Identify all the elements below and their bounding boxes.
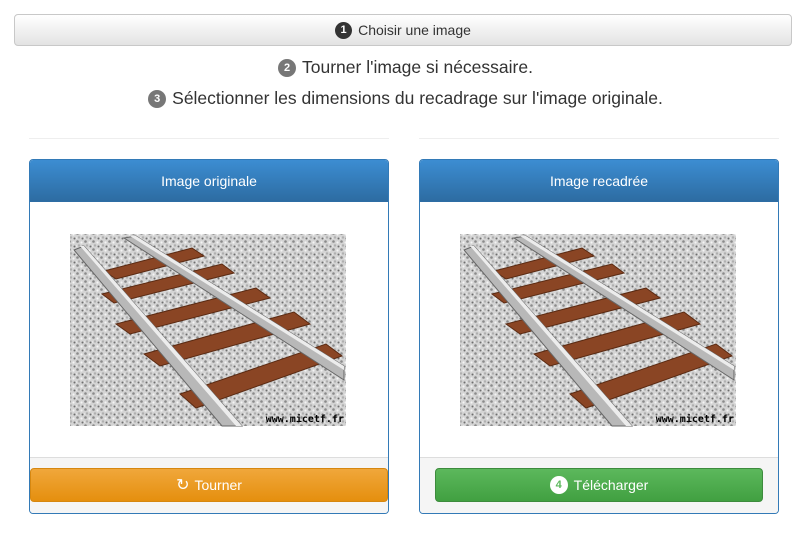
refresh-icon: ↻	[176, 477, 190, 494]
original-image[interactable]: www.micetf.fr	[44, 216, 373, 444]
step-2-text: Tourner l'image si nécessaire.	[302, 57, 533, 77]
step-3-badge: 3	[148, 89, 167, 108]
step-3-instruction: 3 Sélectionner les dimensions du recadra…	[0, 88, 811, 109]
choose-image-button[interactable]: 1 Choisir une image	[14, 14, 792, 46]
step-4-badge: 4	[549, 476, 568, 494]
panel-original-title: Image originale	[30, 160, 388, 202]
rotate-label: Tourner	[194, 477, 242, 493]
download-label: Télécharger	[573, 477, 649, 493]
choose-image-label: Choisir une image	[358, 22, 471, 38]
step-1-badge: 1	[335, 21, 353, 39]
watermark-text: www.micetf.fr	[656, 413, 734, 425]
step-2-badge: 2	[278, 58, 297, 77]
panel-cropped-image: Image recadrée www.micetf.fr 4 Télécharg…	[419, 159, 779, 514]
divider-right	[419, 138, 779, 139]
watermark-text: www.micetf.fr	[266, 413, 344, 425]
cropped-image: www.micetf.fr	[434, 216, 763, 444]
panel-cropped-title: Image recadrée	[420, 160, 778, 202]
divider-left	[29, 138, 389, 139]
download-button[interactable]: 4 Télécharger	[435, 468, 763, 502]
panel-original-image: Image originale www.micetf.fr ↻ Tourner	[29, 159, 389, 514]
rotate-button[interactable]: ↻ Tourner	[30, 468, 388, 502]
step-2-instruction: 2 Tourner l'image si nécessaire.	[0, 57, 811, 78]
step-3-text: Sélectionner les dimensions du recadrage…	[172, 88, 663, 108]
